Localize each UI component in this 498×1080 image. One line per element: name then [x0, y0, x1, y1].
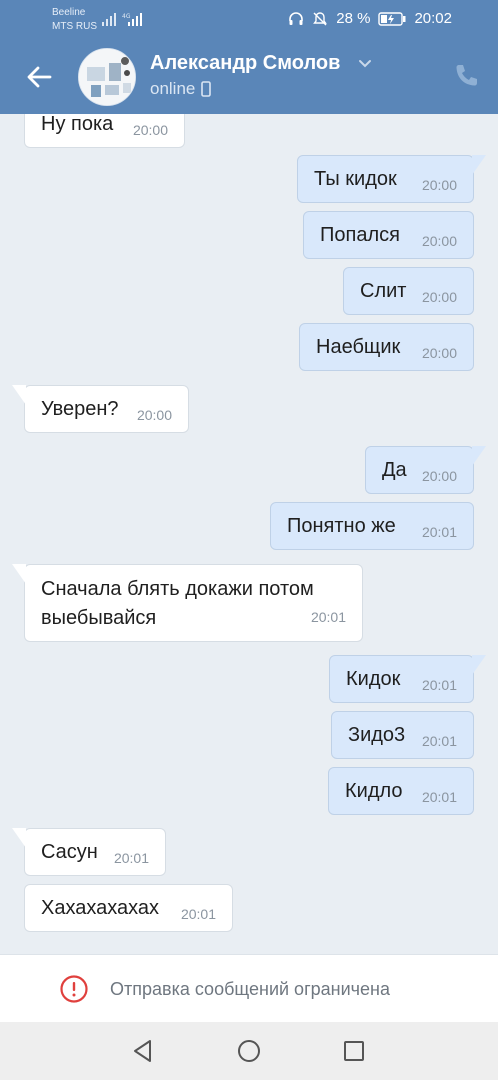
message-text: Да: [382, 459, 407, 481]
message-text: Слит: [360, 280, 407, 302]
svg-text:4G: 4G: [122, 13, 131, 20]
message-time: 20:01: [310, 609, 346, 625]
message-incoming[interactable]: Сначала блять докажи потом выебывайся 20…: [12, 564, 363, 642]
message-time: 20:00: [421, 289, 457, 305]
message-outgoing[interactable]: Кидло 20:01: [328, 767, 474, 815]
message-text: Попался: [320, 224, 400, 246]
chat-area[interactable]: Ну пока 20:00 Ты кидок 20:00 Попался 20:…: [0, 114, 498, 954]
nav-recents-icon[interactable]: [341, 1038, 367, 1064]
battery-icon: [378, 11, 406, 26]
message-incoming[interactable]: Сасун 20:01: [12, 828, 166, 876]
message-text: Понятно же: [287, 515, 396, 537]
message-time: 20:00: [132, 122, 168, 138]
avatar[interactable]: [78, 48, 136, 106]
messaging-restricted-bar: Отправка сообщений ограничена: [0, 954, 498, 1022]
message-time: 20:01: [180, 906, 216, 922]
message-incoming[interactable]: Уверен? 20:00: [12, 385, 189, 433]
message-time: 20:00: [421, 345, 457, 361]
chat-header: Beeline MTS RUS 4G 28 % 20:02 Александр …: [0, 0, 498, 114]
message-text: Ты кидок: [314, 168, 397, 190]
message-time: 20:01: [421, 789, 457, 805]
message-outgoing[interactable]: Наебщик 20:00: [299, 323, 474, 371]
message-text: Ну пока: [41, 114, 114, 135]
contact-name[interactable]: Александр Смолов: [150, 52, 340, 75]
carrier-info: Beeline MTS RUS: [52, 6, 97, 34]
message-outgoing[interactable]: Понятно же 20:01: [270, 502, 474, 550]
message-text: Сасун: [41, 841, 98, 863]
message-time: 20:00: [421, 468, 457, 484]
message-text: Уверен?: [41, 398, 119, 420]
online-label: online: [150, 79, 196, 98]
message-time: 20:01: [421, 524, 457, 540]
message-time: 20:00: [421, 177, 457, 193]
message-text: Зидо3: [348, 724, 406, 746]
phone-icon[interactable]: [452, 62, 480, 90]
status-time: 20:02: [414, 10, 452, 27]
message-outgoing[interactable]: Да 20:00: [365, 446, 486, 494]
chevron-down-icon[interactable]: [358, 59, 372, 69]
message-text: Хахахахахах: [41, 897, 160, 919]
nav-home-icon[interactable]: [236, 1038, 262, 1064]
message-outgoing[interactable]: Кидок 20:01: [329, 655, 486, 703]
battery-percent: 28 %: [336, 10, 371, 27]
message-text: Сначала блять докажи потом выебывайся: [41, 578, 314, 629]
contact-status: online: [150, 79, 212, 99]
message-incoming[interactable]: Хахахахахах 20:01: [24, 884, 233, 932]
message-outgoing[interactable]: Ты кидок 20:00: [297, 155, 486, 203]
mute-icon: [313, 11, 328, 25]
avatar-image: [79, 49, 135, 105]
back-arrow-icon[interactable]: [24, 62, 54, 92]
message-outgoing[interactable]: Зидо3 20:01: [331, 711, 474, 759]
carrier-1: Beeline: [52, 7, 86, 18]
message-incoming[interactable]: Ну пока 20:00: [24, 114, 185, 148]
mobile-device-icon: [201, 81, 212, 97]
message-time: 20:01: [113, 850, 149, 866]
message-text: Наебщик: [316, 336, 401, 358]
headphones-icon: [289, 11, 304, 25]
signal-icon: 4G: [102, 13, 142, 26]
message-outgoing[interactable]: Попался 20:00: [303, 211, 474, 259]
nav-back-icon[interactable]: [130, 1038, 156, 1064]
message-outgoing[interactable]: Слит 20:00: [343, 267, 474, 315]
message-time: 20:01: [421, 733, 457, 749]
message-time: 20:00: [421, 233, 457, 249]
message-time: 20:00: [136, 407, 172, 423]
message-time: 20:01: [421, 677, 457, 693]
carrier-2: MTS RUS: [52, 21, 97, 32]
message-text: Кидло: [345, 780, 403, 802]
restriction-text: Отправка сообщений ограничена: [110, 979, 390, 999]
message-text: Кидок: [346, 668, 401, 690]
status-right: 28 % 20:02: [288, 10, 452, 27]
status-bar: Beeline MTS RUS 4G 28 % 20:02: [0, 0, 498, 38]
navigation-bar: [0, 1022, 498, 1080]
warning-icon: [60, 975, 88, 1003]
